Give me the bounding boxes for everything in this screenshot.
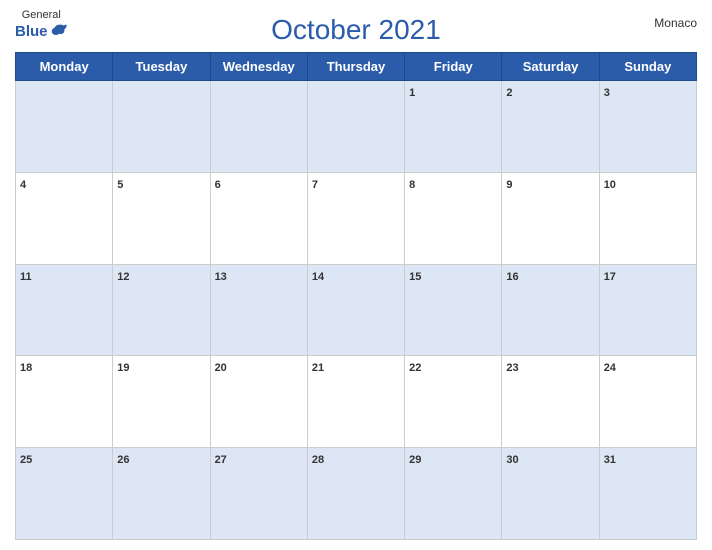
- day-number: 16: [506, 271, 518, 283]
- calendar-day-6: 6: [210, 172, 307, 264]
- day-number: 4: [20, 179, 26, 191]
- day-number: 12: [117, 271, 129, 283]
- day-number: 7: [312, 179, 318, 191]
- calendar-day-12: 12: [113, 264, 210, 356]
- calendar-day-23: 23: [502, 356, 599, 448]
- weekday-header-saturday: Saturday: [502, 53, 599, 81]
- day-number: 25: [20, 454, 32, 466]
- day-number: 20: [215, 362, 227, 374]
- day-number: 23: [506, 362, 518, 374]
- day-number: 3: [604, 87, 610, 99]
- day-number: 15: [409, 271, 421, 283]
- day-number: 11: [20, 271, 32, 283]
- day-number: 1: [409, 87, 415, 99]
- calendar-day-25: 25: [16, 448, 113, 540]
- weekday-header-monday: Monday: [16, 53, 113, 81]
- logo-general-text: General: [22, 10, 61, 21]
- calendar-day-3: 3: [599, 81, 696, 173]
- calendar-day-empty: [113, 81, 210, 173]
- calendar-day-empty: [16, 81, 113, 173]
- calendar-day-17: 17: [599, 264, 696, 356]
- weekday-header-tuesday: Tuesday: [113, 53, 210, 81]
- calendar-day-9: 9: [502, 172, 599, 264]
- day-number: 21: [312, 362, 324, 374]
- weekday-header-sunday: Sunday: [599, 53, 696, 81]
- day-number: 8: [409, 179, 415, 191]
- day-number: 2: [506, 87, 512, 99]
- calendar-day-7: 7: [307, 172, 404, 264]
- calendar-week-row: 25 26 27 28 29 30 31: [16, 448, 697, 540]
- calendar-day-14: 14: [307, 264, 404, 356]
- calendar-day-empty: [307, 81, 404, 173]
- calendar-day-26: 26: [113, 448, 210, 540]
- calendar-day-30: 30: [502, 448, 599, 540]
- day-number: 18: [20, 362, 32, 374]
- country-label: Monaco: [654, 16, 697, 30]
- calendar-day-18: 18: [16, 356, 113, 448]
- calendar-week-row: 11 12 13 14 15 16 17: [16, 264, 697, 356]
- calendar-day-8: 8: [405, 172, 502, 264]
- month-title: October 2021: [271, 14, 441, 46]
- day-number: 27: [215, 454, 227, 466]
- calendar-week-row: 4 5 6 7 8 9 10: [16, 172, 697, 264]
- calendar-day-19: 19: [113, 356, 210, 448]
- day-number: 30: [506, 454, 518, 466]
- calendar-day-11: 11: [16, 264, 113, 356]
- calendar-day-31: 31: [599, 448, 696, 540]
- day-number: 28: [312, 454, 324, 466]
- calendar-day-24: 24: [599, 356, 696, 448]
- calendar-day-5: 5: [113, 172, 210, 264]
- calendar-day-22: 22: [405, 356, 502, 448]
- calendar-day-28: 28: [307, 448, 404, 540]
- day-number: 31: [604, 454, 616, 466]
- day-number: 10: [604, 179, 616, 191]
- calendar-day-15: 15: [405, 264, 502, 356]
- calendar-day-4: 4: [16, 172, 113, 264]
- day-number: 6: [215, 179, 221, 191]
- weekday-header-wednesday: Wednesday: [210, 53, 307, 81]
- day-number: 29: [409, 454, 421, 466]
- calendar-day-13: 13: [210, 264, 307, 356]
- weekday-header-thursday: Thursday: [307, 53, 404, 81]
- calendar-day-20: 20: [210, 356, 307, 448]
- calendar-day-29: 29: [405, 448, 502, 540]
- day-number: 13: [215, 271, 227, 283]
- calendar-table: MondayTuesdayWednesdayThursdayFridaySatu…: [15, 52, 697, 540]
- day-number: 5: [117, 179, 123, 191]
- calendar-day-1: 1: [405, 81, 502, 173]
- calendar-day-21: 21: [307, 356, 404, 448]
- calendar-day-2: 2: [502, 81, 599, 173]
- calendar-day-empty: [210, 81, 307, 173]
- bird-icon: [50, 21, 68, 42]
- day-number: 22: [409, 362, 421, 374]
- logo-blue-text: Blue: [15, 21, 68, 42]
- day-number: 9: [506, 179, 512, 191]
- calendar-day-27: 27: [210, 448, 307, 540]
- day-number: 24: [604, 362, 616, 374]
- calendar-day-16: 16: [502, 264, 599, 356]
- generalblue-logo: General Blue: [15, 10, 68, 42]
- calendar-week-row: 1 2 3: [16, 81, 697, 173]
- day-number: 26: [117, 454, 129, 466]
- day-number: 19: [117, 362, 129, 374]
- weekday-header-row: MondayTuesdayWednesdayThursdayFridaySatu…: [16, 53, 697, 81]
- calendar-header: General Blue October 2021 Monaco: [15, 10, 697, 46]
- calendar-week-row: 18 19 20 21 22 23 24: [16, 356, 697, 448]
- calendar-day-10: 10: [599, 172, 696, 264]
- day-number: 17: [604, 271, 616, 283]
- weekday-header-friday: Friday: [405, 53, 502, 81]
- day-number: 14: [312, 271, 324, 283]
